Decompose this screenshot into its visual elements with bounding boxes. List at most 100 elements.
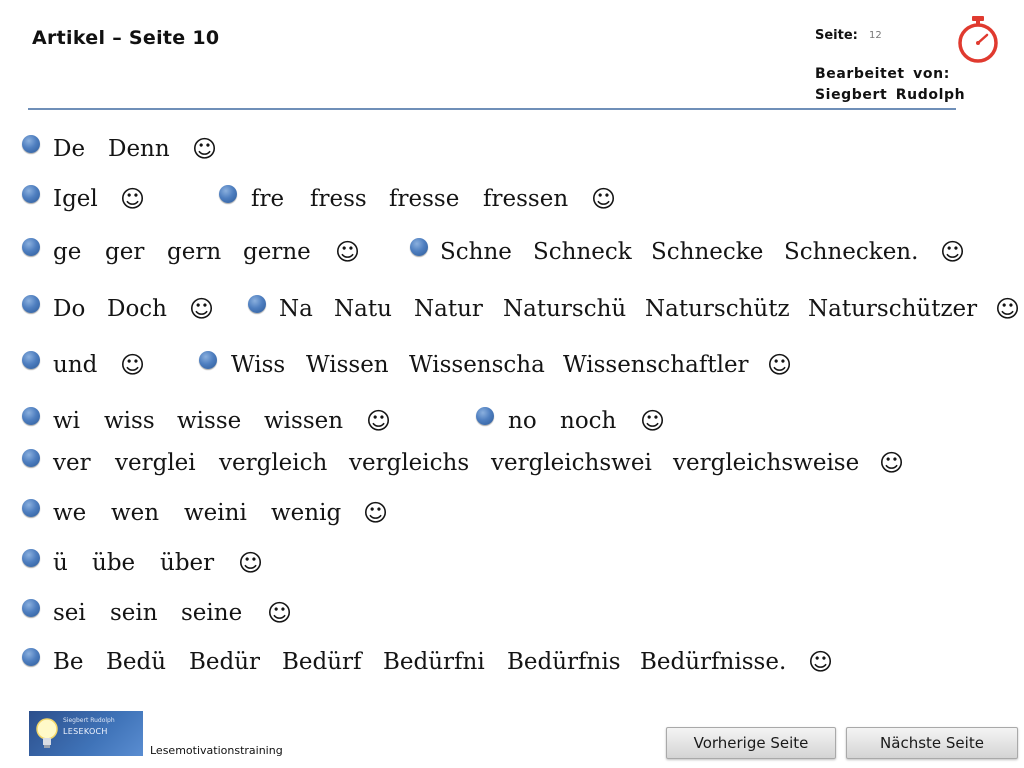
word-row: ü übe über ☺ bbox=[0, 546, 1024, 580]
reading-word: fressen bbox=[483, 186, 569, 212]
reading-word: Schne bbox=[440, 239, 512, 265]
reading-word: verglei bbox=[115, 450, 196, 476]
reading-word: ver bbox=[53, 450, 91, 476]
reading-word: ge bbox=[53, 239, 82, 265]
reading-word: Na bbox=[279, 296, 313, 322]
play-audio-button[interactable] bbox=[199, 351, 217, 369]
reading-word: Be bbox=[53, 649, 84, 675]
reading-word: Wissenschaftler bbox=[563, 352, 749, 378]
smiley-icon: ☺ bbox=[366, 407, 392, 435]
word-row: ver verglei vergleich vergleichs vergleichsw… bbox=[0, 446, 1024, 480]
reading-word: fress bbox=[310, 186, 367, 212]
reading-word: sei bbox=[53, 600, 86, 626]
play-audio-button[interactable] bbox=[476, 407, 494, 425]
word-row: Be Bedü Bedür Bedürf Bedürfni Bedürfnis Bedürf… bbox=[0, 645, 1024, 679]
edited-by-name: Siegbert Rudolph bbox=[815, 87, 966, 103]
reading-word: Natu bbox=[334, 296, 392, 322]
word-row: und ☺ Wiss Wissen Wissenscha Wissenschaftler ☺ bbox=[0, 348, 1024, 382]
reading-word: ü bbox=[53, 550, 68, 576]
logo-brand: LESEKOCH bbox=[63, 727, 108, 736]
smiley-icon: ☺ bbox=[640, 407, 666, 435]
next-page-button[interactable]: Nächste Seite bbox=[846, 727, 1018, 759]
reading-word: sein bbox=[110, 600, 158, 626]
play-audio-button[interactable] bbox=[410, 238, 428, 256]
play-audio-button[interactable] bbox=[22, 449, 40, 467]
reading-word: Bedür bbox=[189, 649, 261, 675]
smiley-icon: ☺ bbox=[995, 295, 1021, 323]
reading-word: fresse bbox=[389, 186, 460, 212]
reading-word: noch bbox=[560, 408, 617, 434]
smiley-icon: ☺ bbox=[363, 499, 389, 527]
reading-word: Bedürfni bbox=[383, 649, 485, 675]
reading-word: Schneck bbox=[533, 239, 632, 265]
play-audio-button[interactable] bbox=[22, 185, 40, 203]
word-row: ge ger gern gerne ☺ Schne Schneck Schnecke Schne… bbox=[0, 235, 1024, 269]
word-row: Do Doch ☺ Na Natu Natur Naturschü Naturschütz Na… bbox=[0, 292, 1024, 326]
play-audio-button[interactable] bbox=[22, 407, 40, 425]
reading-word: wissen bbox=[264, 408, 344, 434]
word-row: we wen weini wenig ☺ bbox=[0, 496, 1024, 530]
smiley-icon: ☺ bbox=[267, 599, 293, 627]
lightbulb-icon bbox=[36, 718, 58, 748]
smiley-icon: ☺ bbox=[335, 238, 361, 266]
reading-word: vergleich bbox=[219, 450, 328, 476]
smiley-icon: ☺ bbox=[940, 238, 966, 266]
program-label: Lesemotivationstraining bbox=[150, 744, 283, 757]
reading-word: Bedürfnisse. bbox=[640, 649, 787, 675]
play-audio-button[interactable] bbox=[22, 549, 40, 567]
page-label: Seite: bbox=[815, 28, 858, 43]
reading-word: ger bbox=[105, 239, 145, 265]
page-number: 12 bbox=[869, 30, 882, 41]
reading-word: wisse bbox=[177, 408, 242, 434]
stopwatch-icon[interactable] bbox=[954, 14, 1002, 64]
play-audio-button[interactable] bbox=[248, 295, 266, 313]
reading-word: vergleichswei bbox=[491, 450, 652, 476]
play-audio-button[interactable] bbox=[22, 295, 40, 313]
reading-word: Schnecke bbox=[651, 239, 764, 265]
smiley-icon: ☺ bbox=[879, 449, 905, 477]
play-audio-button[interactable] bbox=[22, 238, 40, 256]
reading-word: Bedürfnis bbox=[507, 649, 621, 675]
reading-word: gerne bbox=[243, 239, 311, 265]
word-row: wi wiss wisse wissen ☺ no noch ☺ bbox=[0, 404, 1024, 438]
reading-word: Bedürf bbox=[282, 649, 362, 675]
play-audio-button[interactable] bbox=[22, 599, 40, 617]
header-divider bbox=[28, 108, 956, 110]
play-audio-button[interactable] bbox=[22, 351, 40, 369]
logo-author: Siegbert Rudolph bbox=[63, 717, 115, 724]
reading-word: Wissenscha bbox=[409, 352, 545, 378]
reading-word: we bbox=[53, 500, 87, 526]
play-audio-button[interactable] bbox=[22, 648, 40, 666]
word-row: Igel ☺ fre fress fresse fressen ☺ bbox=[0, 182, 1024, 216]
smiley-icon: ☺ bbox=[591, 185, 617, 213]
previous-page-button[interactable]: Vorherige Seite bbox=[666, 727, 836, 759]
reading-word: fre bbox=[251, 186, 285, 212]
reading-word: Schnecken. bbox=[784, 239, 919, 265]
reading-word: no bbox=[508, 408, 537, 434]
page-title: Artikel – Seite 10 bbox=[32, 27, 220, 49]
reading-word: über bbox=[160, 550, 215, 576]
reading-word: seine bbox=[181, 600, 243, 626]
smiley-icon: ☺ bbox=[120, 351, 146, 379]
smiley-icon: ☺ bbox=[120, 185, 146, 213]
play-audio-button[interactable] bbox=[219, 185, 237, 203]
smiley-icon: ☺ bbox=[808, 648, 834, 676]
reading-word: Wiss bbox=[231, 352, 286, 378]
smiley-icon: ☺ bbox=[192, 135, 218, 163]
smiley-icon: ☺ bbox=[767, 351, 793, 379]
reading-word: Igel bbox=[53, 186, 98, 212]
reading-word: Denn bbox=[108, 136, 170, 162]
reading-word: De bbox=[53, 136, 86, 162]
reading-word: übe bbox=[92, 550, 136, 576]
play-audio-button[interactable] bbox=[22, 499, 40, 517]
reading-word: wi bbox=[53, 408, 81, 434]
lesekoch-logo: Siegbert Rudolph LESEKOCH bbox=[29, 711, 143, 756]
reading-word: weini bbox=[184, 500, 247, 526]
reading-word: Natur bbox=[414, 296, 483, 322]
reading-word: gern bbox=[167, 239, 222, 265]
reading-word: Wissen bbox=[306, 352, 389, 378]
reading-word: wen bbox=[111, 500, 160, 526]
reading-word: Naturschützer bbox=[808, 296, 978, 322]
play-audio-button[interactable] bbox=[22, 135, 40, 153]
reading-word: und bbox=[53, 352, 98, 378]
